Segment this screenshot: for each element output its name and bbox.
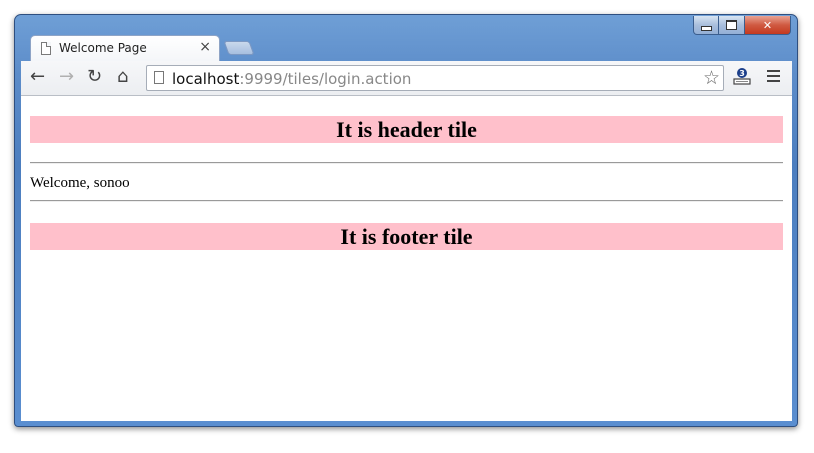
- tab-close-icon[interactable]: ×: [199, 39, 211, 55]
- footer-tile: It is footer tile: [30, 223, 783, 250]
- reload-icon[interactable]: ↻: [87, 68, 102, 86]
- maximize-button[interactable]: [719, 16, 745, 35]
- address-bar[interactable]: localhost:9999/tiles/login.action ☆: [146, 65, 724, 91]
- svg-text:3: 3: [739, 69, 745, 78]
- tab-title: Welcome Page: [59, 41, 147, 55]
- tab-welcome-page[interactable]: Welcome Page ×: [30, 35, 220, 61]
- url-path: :9999/tiles/login.action: [239, 70, 412, 88]
- forward-arrow-icon[interactable]: →: [59, 68, 74, 86]
- maximize-icon: [726, 20, 737, 30]
- close-window-button[interactable]: ✕: [745, 16, 791, 35]
- window-caption-buttons: ✕: [693, 16, 791, 35]
- header-tile: It is header tile: [30, 116, 783, 143]
- close-icon: ✕: [762, 18, 773, 32]
- bookmark-star-icon[interactable]: ☆: [703, 67, 720, 89]
- extension-icon[interactable]: 3: [732, 66, 752, 86]
- page-icon: [154, 71, 164, 84]
- new-tab-button[interactable]: [223, 41, 255, 55]
- browser-toolbar: ← → ↻ ⌂ localhost:9999/tiles/login.actio…: [21, 61, 792, 96]
- url-text[interactable]: localhost:9999/tiles/login.action: [172, 70, 411, 88]
- divider: [30, 162, 783, 164]
- minimize-icon: [700, 25, 712, 31]
- divider: [30, 200, 783, 202]
- minimize-button[interactable]: [693, 16, 719, 35]
- welcome-message: Welcome, sonoo: [30, 175, 130, 191]
- page-content: It is header tile Welcome, sonoo It is f…: [21, 96, 792, 421]
- back-arrow-icon[interactable]: ←: [30, 68, 45, 86]
- home-icon[interactable]: ⌂: [117, 68, 128, 86]
- url-host: localhost: [172, 70, 240, 88]
- page-icon: [41, 42, 51, 55]
- menu-icon[interactable]: [767, 70, 780, 85]
